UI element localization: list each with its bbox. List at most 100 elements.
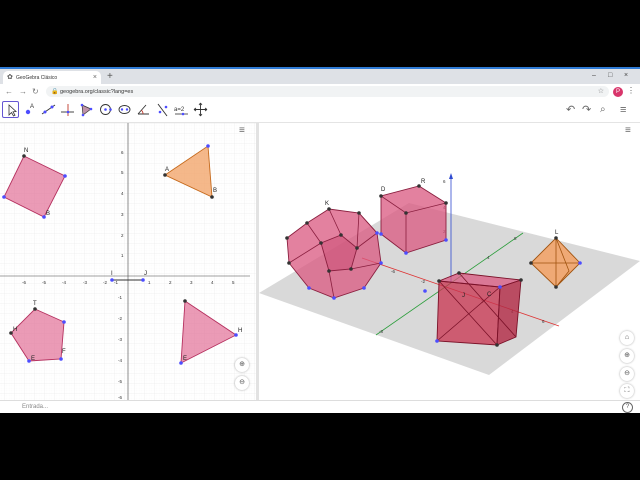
hamburger-menu-icon[interactable]: ≡ — [620, 104, 626, 116]
perpendicular-tool-button[interactable] — [59, 101, 76, 118]
ellipse-tool-button[interactable] — [116, 101, 133, 118]
cursor-arrow-icon — [8, 104, 17, 117]
point-b[interactable] — [210, 195, 214, 199]
angle-tool-button[interactable] — [135, 101, 152, 118]
polygon-tool-button[interactable] — [78, 101, 95, 118]
forward-icon[interactable]: → — [19, 87, 27, 96]
minimize-button[interactable]: – — [592, 71, 596, 81]
zoom-out-button[interactable]: ⊖ — [235, 376, 249, 390]
new-tab-button[interactable]: + — [107, 71, 113, 83]
graphics-2d-canvas[interactable]: -6 -5 -4 -3 -2 -1 1 2 3 4 5 6 5 4 3 2 1 … — [0, 123, 256, 400]
graphics-view-2d[interactable]: -6 -5 -4 -3 -2 -1 1 2 3 4 5 6 5 4 3 2 1 … — [0, 123, 256, 400]
search-icon[interactable]: ⌕ — [600, 104, 606, 116]
input-placeholder: Entrada... — [22, 404, 49, 410]
point-icon: A — [25, 104, 34, 115]
y-tick-label: -1 — [118, 295, 122, 300]
label-e: E — [183, 356, 187, 362]
slider-tool-button[interactable]: a=2 — [173, 101, 190, 118]
point-a[interactable] — [163, 173, 167, 177]
label-k: K — [325, 201, 329, 207]
graphics-3d-canvas[interactable]: -6 -2 2 4 6 -8 4 8 6 4 2 — [259, 123, 640, 400]
polygon-icon — [80, 103, 93, 117]
y-tick-label: -8 — [379, 329, 383, 334]
point-f[interactable] — [59, 357, 63, 361]
bookmark-star-icon[interactable]: ☆ — [598, 87, 604, 95]
x-tick-label: -4 — [62, 280, 66, 285]
geogebra-favicon-icon: ✿ — [7, 74, 13, 81]
slider-icon: a=2 — [174, 107, 188, 116]
profile-avatar[interactable]: P — [613, 87, 623, 97]
label-h-pentagon: H — [13, 327, 17, 333]
point-g[interactable] — [183, 299, 187, 303]
z-tick-label: 6 — [443, 179, 446, 184]
x-tick-label: -2 — [421, 279, 425, 284]
angle-icon — [137, 104, 149, 115]
point-n[interactable] — [22, 154, 26, 158]
help-icon[interactable]: ? — [622, 402, 633, 413]
browser-menu-icon[interactable]: ⋮ — [627, 86, 635, 96]
point[interactable] — [62, 320, 66, 324]
zoom-in-icon: ⊕ — [239, 361, 245, 368]
y-tick-label: -2 — [118, 316, 122, 321]
move-view-tool-button[interactable] — [192, 101, 209, 118]
point-j[interactable] — [141, 278, 145, 282]
reflect-tool-button[interactable] — [154, 101, 171, 118]
move-tool-button[interactable] — [2, 101, 19, 118]
svg-text:a=2: a=2 — [174, 107, 185, 113]
tab-title: GeoGebra Clásico — [16, 75, 58, 81]
lock-icon: 🔒 — [51, 89, 59, 95]
point[interactable] — [2, 195, 6, 199]
maximize-button[interactable]: □ — [608, 71, 612, 81]
label-n: N — [24, 148, 28, 154]
circle-tool-button[interactable] — [97, 101, 114, 118]
address-bar-row: ← → ↻ 🔒 geogebra.org/classic?lang=es ☆ P… — [0, 84, 640, 101]
label-b: B — [213, 188, 217, 194]
label-h: H — [238, 328, 242, 334]
label-r: R — [421, 179, 426, 185]
zoom-out-3d-button[interactable]: ⊖ — [620, 367, 634, 381]
label-t: T — [33, 301, 37, 307]
fullscreen-icon: ⛶ — [624, 387, 630, 394]
z-axis-arrow-icon — [449, 173, 453, 179]
label-b-square: B — [46, 211, 50, 217]
algebra-input-bar[interactable]: Entrada... ? — [0, 400, 640, 413]
close-window-button[interactable]: × — [624, 71, 628, 81]
x-tick-label: -6 — [391, 269, 395, 274]
label-f: F — [62, 349, 66, 355]
label-j: J — [144, 271, 147, 277]
point-tool-button[interactable]: A — [21, 101, 38, 118]
graphics-view-3d[interactable]: -6 -2 2 4 6 -8 4 8 6 4 2 — [259, 123, 640, 400]
label-d: D — [381, 187, 386, 193]
undo-icon[interactable]: ↶ — [566, 104, 575, 116]
line-icon — [41, 104, 56, 115]
ellipse-icon — [118, 105, 131, 114]
zoom-in-3d-button[interactable]: ⊕ — [620, 349, 634, 363]
label-l: L — [555, 230, 559, 236]
zoom-in-button[interactable]: ⊕ — [235, 358, 249, 372]
point[interactable] — [206, 144, 210, 148]
graphics-style-menu-icon[interactable]: ≡ — [239, 126, 245, 136]
line-tool-button[interactable] — [40, 101, 57, 118]
point-i[interactable] — [110, 278, 114, 282]
reload-icon[interactable]: ↻ — [32, 87, 39, 96]
box-solid[interactable] — [423, 271, 523, 347]
x-tick-label: -5 — [42, 280, 46, 285]
point-t[interactable] — [33, 307, 37, 311]
tab-close-icon[interactable]: × — [93, 74, 97, 81]
back-icon[interactable]: ← — [5, 87, 13, 96]
fullscreen-button[interactable]: ⛶ — [620, 384, 634, 398]
reflect-icon — [157, 103, 168, 117]
zoom-out-icon: ⊖ — [624, 370, 630, 377]
home-view-button[interactable]: ⌂ — [620, 331, 634, 345]
url-field[interactable]: 🔒 geogebra.org/classic?lang=es ☆ — [46, 86, 609, 97]
home-icon: ⌂ — [624, 334, 630, 341]
zoom-in-icon: ⊕ — [624, 352, 630, 359]
url-text: geogebra.org/classic?lang=es — [60, 89, 134, 95]
y-tick-label: -5 — [118, 379, 122, 384]
graphics-3d-style-menu-icon[interactable]: ≡ — [625, 126, 631, 136]
browser-window: ✿ GeoGebra Clásico × + – □ × ← → ↻ 🔒 geo… — [0, 67, 640, 413]
redo-icon[interactable]: ↷ — [582, 104, 591, 116]
perpendicular-line-icon — [61, 104, 74, 116]
label-e-pentagon: E — [31, 356, 35, 362]
point[interactable] — [63, 174, 67, 178]
